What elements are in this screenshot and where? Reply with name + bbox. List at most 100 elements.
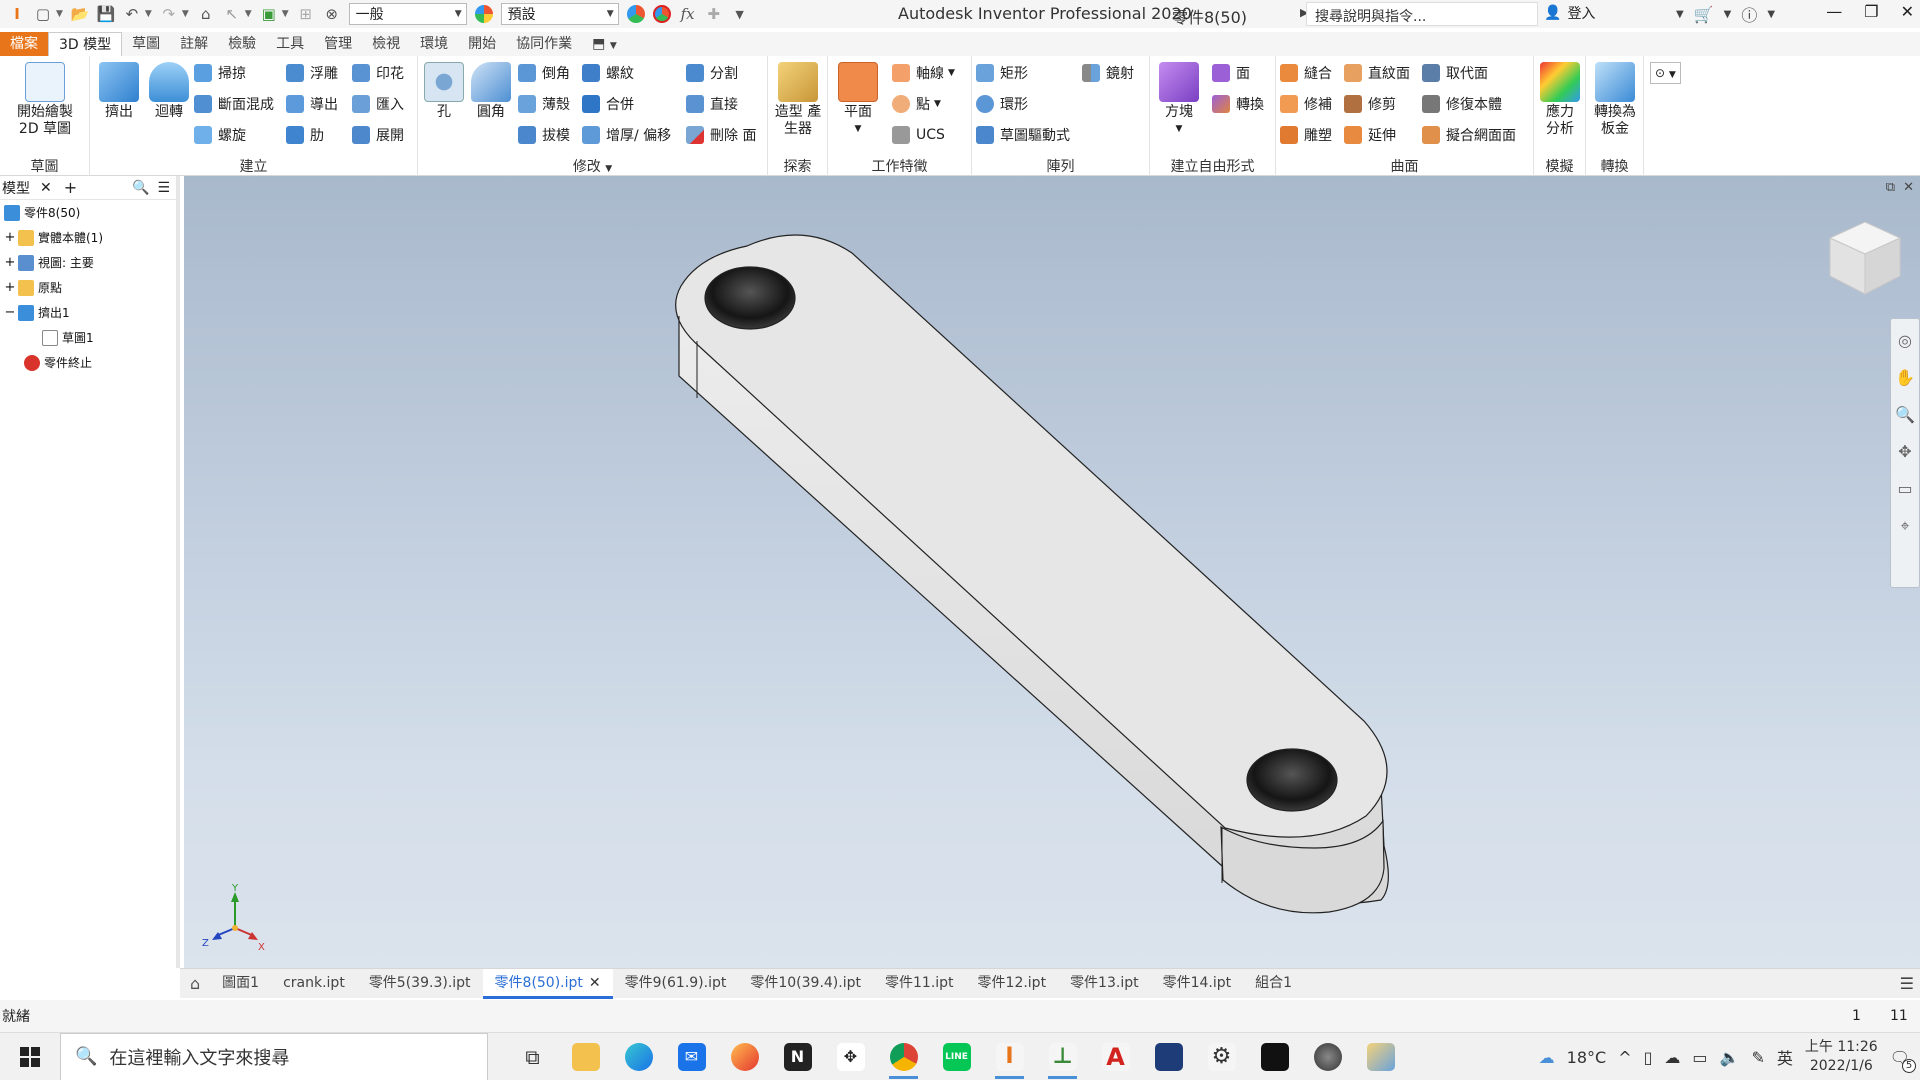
point-button[interactable]: 點 ▼ <box>892 93 941 115</box>
minimize-icon[interactable]: — <box>1826 2 1842 21</box>
sweep-button[interactable]: 掃掠 <box>194 62 246 84</box>
help-icon[interactable]: ⓘ <box>1741 2 1757 26</box>
plane-button[interactable]: 平面 ▼ <box>834 62 882 138</box>
clear-appearance-icon[interactable] <box>651 3 673 25</box>
new-dropdown-icon[interactable]: ▼ <box>56 9 63 19</box>
start-2d-sketch-button[interactable]: 開始繪製 2D 草圖 <box>6 62 84 138</box>
menu-icon[interactable]: ☰ <box>157 180 170 196</box>
decal-button[interactable]: 印花 <box>352 62 404 84</box>
task-view-button[interactable]: ⧉ <box>506 1033 559 1080</box>
update-icon[interactable]: ▣ <box>258 3 280 25</box>
app-globe-button[interactable] <box>1301 1033 1354 1080</box>
circular-pattern-button[interactable]: 環形 <box>976 93 1028 115</box>
doc-tab[interactable]: 零件14.ipt <box>1151 969 1244 999</box>
stress-analysis-button[interactable]: 應力 分析 <box>1538 62 1582 138</box>
convert-to-sheet-metal-button[interactable]: 轉換為 板金 <box>1590 62 1640 138</box>
sketch-driven-pattern-button[interactable]: 草圖驅動式 <box>976 124 1070 146</box>
tab-file[interactable]: 檔案 <box>0 32 48 56</box>
tab-annotate[interactable]: 註解 <box>170 32 218 56</box>
new-file-icon[interactable]: ▢ <box>32 3 54 25</box>
panel-title-modify[interactable]: 修改 ▼ <box>418 156 767 176</box>
mail-button[interactable]: ✉ <box>665 1033 718 1080</box>
mirror-button[interactable]: 鏡射 <box>1082 62 1134 84</box>
tab-inspect[interactable]: 檢驗 <box>218 32 266 56</box>
repair-bodies-button[interactable]: 修復本體 <box>1422 93 1502 115</box>
orbit-icon[interactable]: ✥ <box>1898 442 1911 461</box>
axis-button[interactable]: 軸線 ▼ <box>892 62 955 84</box>
steering-wheel-icon[interactable]: ◎ <box>1898 331 1912 350</box>
extend-button[interactable]: 延伸 <box>1344 124 1396 146</box>
add-icon[interactable]: ✚ <box>703 3 725 25</box>
close-icon[interactable]: ✕ <box>40 180 52 196</box>
viewcube[interactable] <box>1828 220 1902 300</box>
ribbon-options-button[interactable]: ⊙ ▼ <box>1650 62 1681 84</box>
doc-tab[interactable]: 零件12.ipt <box>966 969 1059 999</box>
paint-button[interactable] <box>1354 1033 1407 1080</box>
ime-indicator[interactable]: 英 <box>1777 1045 1793 1069</box>
open-file-icon[interactable]: 📂 <box>69 3 91 25</box>
tab-collaborate[interactable]: 協同作業 <box>506 32 582 56</box>
chamfer-button[interactable]: 倒角 <box>518 62 570 84</box>
file-explorer-button[interactable] <box>559 1033 612 1080</box>
tree-item[interactable]: 草圖1 <box>0 325 176 350</box>
delete-face-button[interactable]: 刪除 面 <box>686 124 756 146</box>
tab-environments[interactable]: 環境 <box>410 32 458 56</box>
doc-tab[interactable]: crank.ipt <box>271 969 357 999</box>
undo-icon[interactable]: ↶ <box>121 3 143 25</box>
cad-app-button[interactable]: ⊥ <box>1036 1033 1089 1080</box>
tab-3d-model[interactable]: 3D 模型 <box>48 32 123 56</box>
redo-icon[interactable]: ↷ <box>158 3 180 25</box>
graphics-viewport[interactable]: ⧉ ✕ ◎ ✋ 🔍 ✥ ▭ ⌖ Y X Z <box>184 176 1920 968</box>
convert-button[interactable]: 轉換 <box>1212 93 1264 115</box>
patch-button[interactable]: 修補 <box>1280 93 1332 115</box>
unwrap-button[interactable]: 展開 <box>352 124 404 146</box>
store-dropdown-icon[interactable]: ▼ <box>1724 9 1732 20</box>
update-dropdown-icon[interactable]: ▼ <box>282 9 289 19</box>
doc-tab[interactable]: 零件11.ipt <box>873 969 966 999</box>
box-button[interactable]: 方塊 ▼ <box>1156 62 1202 138</box>
direct-button[interactable]: 直接 <box>686 93 738 115</box>
tab-manage[interactable]: 管理 <box>314 32 362 56</box>
browser-tab-model[interactable]: 模型 <box>2 178 30 198</box>
home-icon[interactable]: ⌂ <box>195 3 217 25</box>
clock[interactable]: 上午 11:26 2022/1/6 <box>1805 1038 1878 1076</box>
select-icon[interactable]: ↖ <box>221 3 243 25</box>
pen-icon[interactable]: ✎ <box>1751 1048 1764 1067</box>
expand-icon[interactable]: + <box>4 230 16 245</box>
settings-button[interactable]: ⚙ <box>1195 1033 1248 1080</box>
clear-override-icon[interactable]: ⊗ <box>321 3 343 25</box>
acrobat-button[interactable]: A <box>1089 1033 1142 1080</box>
shell-button[interactable]: 薄殼 <box>518 93 570 115</box>
material-select[interactable]: 一般 ▼ <box>348 3 467 25</box>
firefox-button[interactable] <box>718 1033 771 1080</box>
adjust-appearance-icon[interactable] <box>625 3 647 25</box>
notifications-button[interactable]: 🗨 5 <box>1890 1048 1916 1073</box>
loft-button[interactable]: 斷面混成 <box>194 93 274 115</box>
inventor-logo-icon[interactable]: I <box>6 3 28 25</box>
doc-tab[interactable]: 零件5(39.3).ipt <box>357 969 483 999</box>
doc-tab[interactable]: 零件10(39.4).ipt <box>738 969 873 999</box>
select-dropdown-icon[interactable]: ▼ <box>245 9 252 19</box>
hole-lower[interactable] <box>1246 748 1338 812</box>
device-icon[interactable]: ▯ <box>1644 1048 1653 1067</box>
save-icon[interactable]: 💾 <box>95 3 117 25</box>
tree-item[interactable]: 零件8(50) <box>0 200 176 225</box>
fx-parameters-icon[interactable]: fx <box>677 3 699 25</box>
sculpt-button[interactable]: 雕塑 <box>1280 124 1332 146</box>
fit-mesh-face-button[interactable]: 擬合網面面 <box>1422 124 1516 146</box>
rib-button[interactable]: 肋 <box>286 124 324 146</box>
ruled-surface-button[interactable]: 直紋面 <box>1344 62 1410 84</box>
dropbox-button[interactable]: ✥ <box>824 1033 877 1080</box>
onedrive-icon[interactable]: ☁ <box>1664 1048 1680 1067</box>
weather-icon[interactable]: ☁ <box>1539 1048 1555 1067</box>
edge-button[interactable] <box>612 1033 665 1080</box>
hole-button[interactable]: 孔 <box>422 62 466 121</box>
hole-upper[interactable] <box>704 266 796 330</box>
replace-face-button[interactable]: 取代面 <box>1422 62 1488 84</box>
line-button[interactable]: LINE <box>930 1033 983 1080</box>
close-icon[interactable]: ✕ <box>1901 2 1914 21</box>
doc-tab[interactable]: 零件9(61.9).ipt <box>613 969 739 999</box>
tab-tools[interactable]: 工具 <box>266 32 314 56</box>
emboss-button[interactable]: 浮雕 <box>286 62 338 84</box>
show-hidden-icons-icon[interactable]: ^ <box>1618 1048 1631 1067</box>
